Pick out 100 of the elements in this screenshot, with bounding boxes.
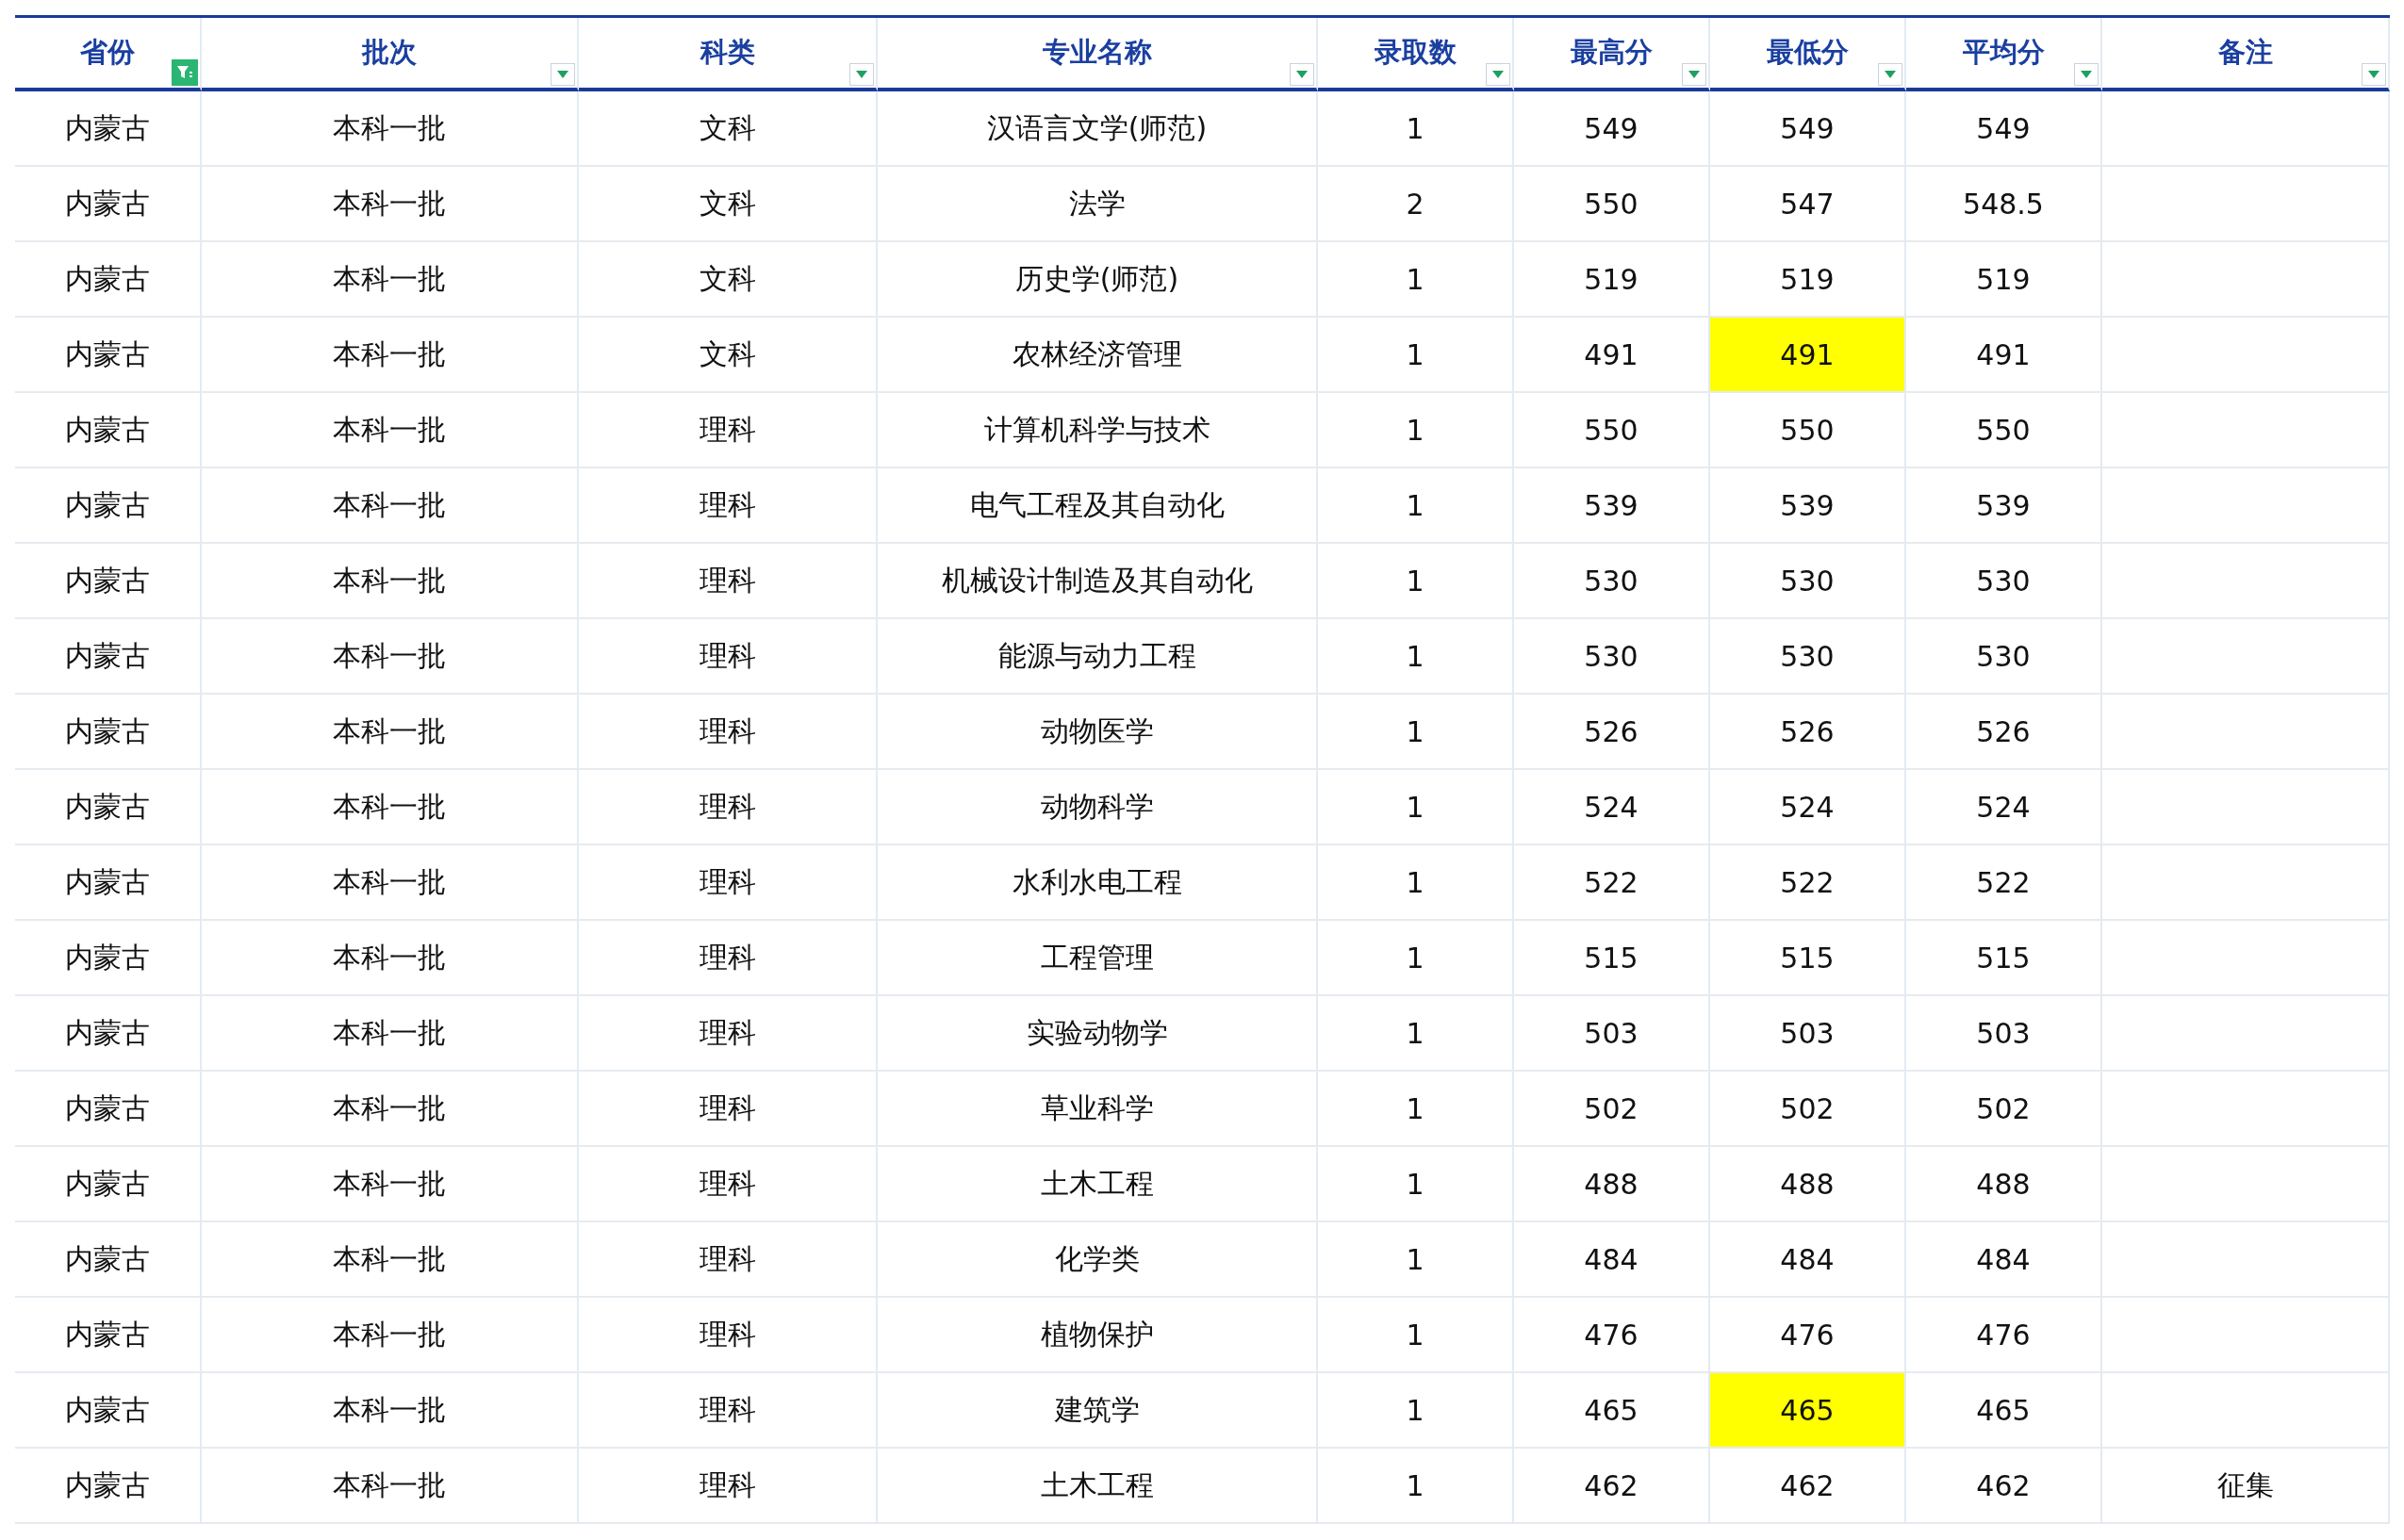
table-cell: 522 <box>1976 865 2031 899</box>
table-cell: 515 <box>1976 941 2031 975</box>
table-cell: 530 <box>1584 564 1638 598</box>
filter-dropdown-button[interactable] <box>1290 63 1314 86</box>
table-cell: 462 <box>1780 1468 1835 1502</box>
filter-dropdown-button[interactable] <box>2362 63 2386 86</box>
table-cell: 1 <box>1406 1468 1424 1502</box>
table-cell: 1 <box>1406 1318 1424 1352</box>
caret-icon <box>2368 71 2379 78</box>
table-cell: 519 <box>1976 262 2031 296</box>
table-cell-text: 法学 <box>1068 185 1126 221</box>
table-cell: 488 <box>1780 1167 1835 1201</box>
table-cell: 515 <box>1584 941 1638 975</box>
table-cell-text: 内蒙古 <box>65 562 150 598</box>
table-cell: 465 <box>1976 1393 2031 1427</box>
table-cell-text: 内蒙古 <box>65 637 150 674</box>
table-cell-text: 土木工程 <box>1040 1165 1154 1202</box>
table-cell: 476 <box>1584 1318 1638 1352</box>
table-cell: 476 <box>1780 1318 1835 1352</box>
table-cell-text: 理科 <box>699 939 756 975</box>
filter-dropdown-button[interactable] <box>1682 63 1706 86</box>
table-cell: 526 <box>1780 714 1835 748</box>
column-header-label: 专业名称 <box>1042 35 1152 70</box>
table-cell-text: 本科一批 <box>333 411 446 448</box>
table-cell-text: 实验动物学 <box>1026 1014 1168 1051</box>
table-cell-text: 内蒙古 <box>65 1391 150 1428</box>
table-cell-text: 计算机科学与技术 <box>983 411 1210 448</box>
caret-icon <box>1296 71 1308 78</box>
table-cell-text: 内蒙古 <box>65 336 150 372</box>
table-cell-text: 文科 <box>699 260 756 297</box>
table-cell-text: 文科 <box>699 185 756 221</box>
table-cell: 530 <box>1780 564 1835 598</box>
table-cell: 1 <box>1406 564 1424 598</box>
table-cell: 502 <box>1584 1091 1638 1125</box>
table-cell: 488 <box>1584 1167 1638 1201</box>
table-cell: 1 <box>1406 1091 1424 1125</box>
table-cell-text: 本科一批 <box>333 109 446 146</box>
table-cell-text: 能源与动力工程 <box>997 637 1196 674</box>
table-cell: 476 <box>1976 1318 2031 1352</box>
column-header-label: 批次 <box>362 35 417 70</box>
table-cell-text: 工程管理 <box>1040 939 1154 975</box>
table-cell-text: 内蒙古 <box>65 1240 150 1277</box>
table-cell-text: 理科 <box>699 411 756 448</box>
table-cell-text: 本科一批 <box>333 713 446 749</box>
table-cell: 519 <box>1584 262 1638 296</box>
table-cell-text: 本科一批 <box>333 1089 446 1126</box>
table-cell: 465 <box>1780 1393 1835 1427</box>
table-cell-text: 本科一批 <box>333 562 446 598</box>
table-cell-text: 理科 <box>699 863 756 900</box>
table-cell: 1 <box>1406 111 1424 145</box>
column-header-label: 省份 <box>80 35 135 70</box>
table-cell: 1 <box>1406 865 1424 899</box>
table-cell-text: 内蒙古 <box>65 1466 150 1503</box>
filter-active-button[interactable] <box>172 59 198 86</box>
table-cell-text: 内蒙古 <box>65 713 150 749</box>
table-cell-text: 文科 <box>699 109 756 146</box>
table-cell-text: 农林经济管理 <box>1012 336 1182 372</box>
table-cell: 1 <box>1406 1016 1424 1050</box>
table-cell-text: 机械设计制造及其自动化 <box>941 562 1253 598</box>
table-cell: 1 <box>1406 337 1424 371</box>
caret-icon <box>1885 71 1896 78</box>
filter-dropdown-button[interactable] <box>551 63 575 86</box>
table-cell-text: 本科一批 <box>333 185 446 221</box>
table-cell: 519 <box>1780 262 1835 296</box>
table-cell: 1 <box>1406 488 1424 522</box>
table-cell: 530 <box>1976 639 2031 673</box>
table-cell-text: 理科 <box>699 637 756 674</box>
table-cell-text: 理科 <box>699 1014 756 1051</box>
filter-dropdown-button[interactable] <box>2074 63 2099 86</box>
table-cell-text: 草业科学 <box>1040 1089 1154 1126</box>
table-cell: 484 <box>1976 1242 2031 1276</box>
table-cell-text: 汉语言文学(师范) <box>986 109 1208 146</box>
table-cell: 502 <box>1780 1091 1835 1125</box>
table-cell-text: 内蒙古 <box>65 863 150 900</box>
table-cell-text: 本科一批 <box>333 939 446 975</box>
table-cell-text: 理科 <box>699 1240 756 1277</box>
table-cell: 1 <box>1406 262 1424 296</box>
filter-dropdown-button[interactable] <box>1878 63 1902 86</box>
column-header-label: 录取数 <box>1374 35 1457 70</box>
table-cell: 491 <box>1780 337 1835 371</box>
table-cell: 530 <box>1584 639 1638 673</box>
table-cell: 524 <box>1976 790 2031 824</box>
table-cell: 484 <box>1584 1242 1638 1276</box>
table-cell-text: 内蒙古 <box>65 1014 150 1051</box>
table-cell-text: 理科 <box>699 1089 756 1126</box>
table-cell: 547 <box>1780 187 1835 221</box>
filter-dropdown-button[interactable] <box>849 63 874 86</box>
table-cell: 503 <box>1976 1016 2031 1050</box>
table-cell: 1 <box>1406 941 1424 975</box>
table-cell: 530 <box>1780 639 1835 673</box>
filter-dropdown-button[interactable] <box>1486 63 1510 86</box>
table-cell-text: 内蒙古 <box>65 788 150 825</box>
table-cell: 524 <box>1780 790 1835 824</box>
table-cell-text: 内蒙古 <box>65 185 150 221</box>
table-cell-text: 内蒙古 <box>65 939 150 975</box>
table-cell-text: 本科一批 <box>333 1165 446 1202</box>
table-cell-text: 理科 <box>699 713 756 749</box>
table-cell: 503 <box>1780 1016 1835 1050</box>
table-cell: 549 <box>1584 111 1638 145</box>
table-cell: 462 <box>1976 1468 2031 1502</box>
